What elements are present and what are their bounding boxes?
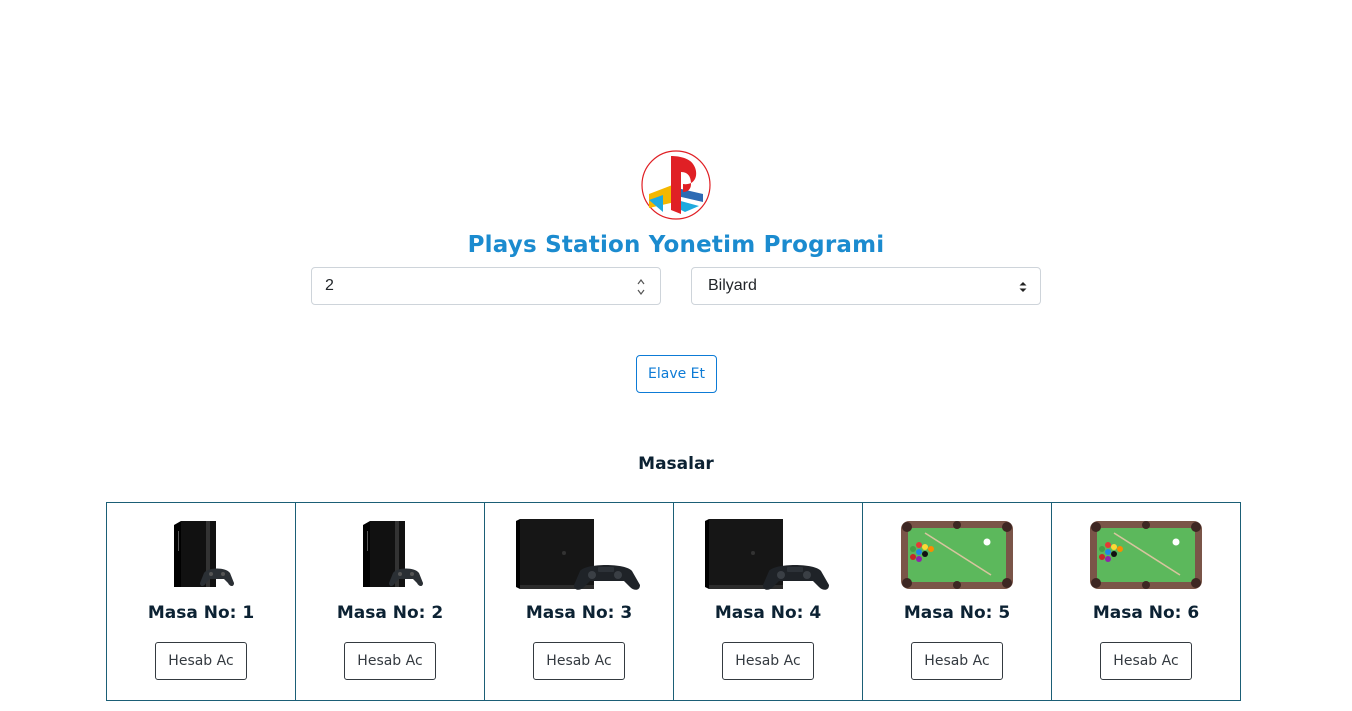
open-account-button[interactable]: Hesab Ac [344,642,436,680]
open-account-button[interactable]: Hesab Ac [911,642,1003,680]
table-card: Masa No: 3 Hesab Ac [484,502,674,701]
table-label: Masa No: 2 [336,603,444,623]
page: Plays Station Yonetim Programi 2 Bilyard… [0,0,1352,711]
playstation-logo-icon [641,150,711,220]
ps3-console-icon [363,521,423,587]
table-card: Masa No: 5 Hesab Ac [862,502,1052,701]
table-label: Masa No: 1 [147,603,255,623]
open-account-button[interactable]: Hesab Ac [1100,642,1192,680]
open-account-button[interactable]: Hesab Ac [155,642,247,680]
open-account-button[interactable]: Hesab Ac [722,642,814,680]
table-card: Masa No: 6 Hesab Ac [1051,502,1241,701]
open-account-button[interactable]: Hesab Ac [533,642,625,680]
count-input-value: 2 [325,277,334,294]
page-title: Plays Station Yonetim Programi [467,232,885,258]
table-label: Masa No: 4 [714,603,822,623]
table-card: Masa No: 2 Hesab Ac [295,502,485,701]
add-button[interactable]: Elave Et [636,355,717,393]
table-label: Masa No: 5 [903,603,1011,623]
billiard-table-icon [901,521,1013,589]
table-card: Masa No: 4 Hesab Ac [673,502,863,701]
type-select-value: Bilyard [708,277,757,294]
ps3-console-icon [174,521,234,587]
select-caret-icon [1019,282,1027,292]
ps4-console-icon [516,519,640,590]
count-input[interactable]: 2 [311,267,661,305]
ps4-console-icon [705,519,829,590]
billiard-table-icon [1090,521,1202,589]
tables-grid: Masa No: 1 Hesab Ac Masa No: 2 Hesab Ac [106,502,1246,701]
table-label: Masa No: 3 [525,603,633,623]
type-select[interactable]: Bilyard [691,267,1041,305]
tables-section-title: Masalar [638,454,714,474]
spinner-arrows-icon[interactable] [636,277,646,297]
table-card: Masa No: 1 Hesab Ac [106,502,296,701]
table-label: Masa No: 6 [1092,603,1200,623]
